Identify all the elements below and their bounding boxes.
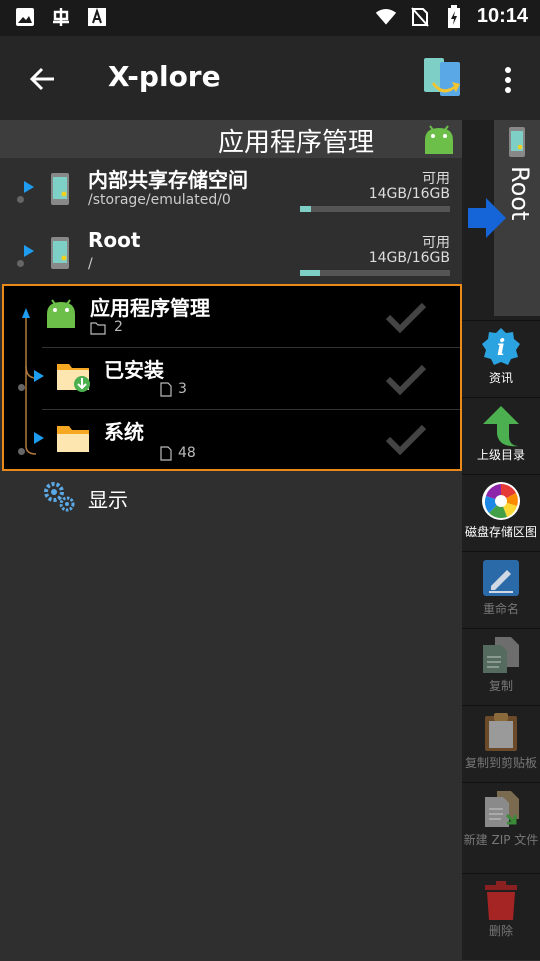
status-bar: 10:14 xyxy=(0,0,540,36)
tool-disk-map[interactable]: 磁盘存储区图 xyxy=(462,474,540,551)
panel-header: 应用程序管理 xyxy=(0,120,462,158)
tree-dot xyxy=(17,260,24,267)
folder-icon xyxy=(56,422,92,456)
expand-arrow-icon[interactable] xyxy=(34,432,44,444)
tool-label: 删除 xyxy=(488,924,513,938)
tree-item-name: 应用程序管理 xyxy=(90,296,210,320)
folder-download-icon xyxy=(56,360,92,394)
storage-path: / xyxy=(88,256,93,272)
tool-parent-dir[interactable]: 上级目录 xyxy=(462,397,540,474)
up-arrow-icon xyxy=(481,404,521,447)
tool-label: 新建 ZIP 文件 xyxy=(463,833,539,847)
item-count: 2 xyxy=(114,319,123,335)
item-count: 3 xyxy=(178,381,187,397)
phone-storage-icon xyxy=(50,172,70,206)
rename-icon xyxy=(481,558,521,598)
display-label: 显示 xyxy=(88,488,128,512)
android-icon xyxy=(44,296,78,330)
clipboard-icon xyxy=(481,712,521,752)
file-outline-icon xyxy=(160,382,172,397)
bug-app-icon xyxy=(50,6,72,28)
tool-info[interactable]: i 资讯 xyxy=(462,320,540,397)
tool-new-zip[interactable]: 新建 ZIP 文件 xyxy=(462,782,540,873)
svg-text:i: i xyxy=(497,335,505,361)
item-count: 48 xyxy=(178,445,196,461)
checkmark-icon[interactable] xyxy=(384,362,428,396)
pie-chart-icon xyxy=(481,481,521,521)
tree-dot xyxy=(18,448,25,455)
android-icon xyxy=(422,122,456,156)
storage-size: 14GB/16GB xyxy=(368,186,450,202)
wifi-icon xyxy=(375,6,397,28)
expand-arrow-icon[interactable] xyxy=(24,245,34,257)
tool-copy-clipboard[interactable]: 复制到剪贴板 xyxy=(462,705,540,782)
phone-storage-icon xyxy=(508,126,526,158)
gear-icon xyxy=(42,480,76,512)
display-settings-item[interactable]: 显示 xyxy=(0,474,462,538)
expand-arrow-icon[interactable] xyxy=(24,181,34,193)
tool-label: 资讯 xyxy=(488,371,513,385)
tool-label: 复制到剪贴板 xyxy=(464,756,537,770)
tree-row-installed[interactable]: 已安装 3 xyxy=(4,348,460,410)
panel-title: 应用程序管理 xyxy=(217,128,374,158)
tool-label: 磁盘存储区图 xyxy=(464,525,537,539)
storage-name: 内部共享存储空间 xyxy=(88,168,248,192)
tool-rename[interactable]: 重命名 xyxy=(462,551,540,628)
storage-size: 14GB/16GB xyxy=(368,250,450,266)
storage-usage-bar xyxy=(300,206,450,212)
storage-usage-fill xyxy=(300,270,320,276)
storage-name: Root xyxy=(88,228,141,252)
tree-dot xyxy=(18,384,25,391)
available-label: 可用 xyxy=(422,235,450,251)
gallery-icon xyxy=(14,6,36,28)
tree-item-name: 已安装 xyxy=(104,358,164,382)
app-title: X-plore xyxy=(108,60,221,93)
checkmark-icon[interactable] xyxy=(384,300,428,334)
tool-label: 上级目录 xyxy=(476,448,525,462)
no-sim-icon xyxy=(409,6,431,28)
tree-dot xyxy=(17,196,24,203)
tool-copy[interactable]: 复制 xyxy=(462,628,540,705)
available-label: 可用 xyxy=(422,171,450,187)
overflow-menu-icon[interactable] xyxy=(496,60,520,100)
font-app-icon xyxy=(86,6,108,28)
right-pane-label: Root xyxy=(506,166,534,221)
file-outline-icon xyxy=(160,446,172,461)
dual-pane-icon[interactable] xyxy=(420,54,466,100)
folder-outline-icon xyxy=(90,320,106,335)
file-panel: 应用程序管理 内部共享存储空间 /storage/emulated/0 可用 1… xyxy=(0,120,462,960)
app-manager-tree: 应用程序管理 2 已安装 3 系统 48 xyxy=(2,284,462,471)
copy-icon xyxy=(481,635,521,675)
storage-usage-fill xyxy=(300,206,311,212)
info-icon: i xyxy=(481,327,521,367)
storage-path: /storage/emulated/0 xyxy=(88,192,231,208)
battery-charging-icon xyxy=(443,4,465,28)
storage-row-root[interactable]: Root / 可用 14GB/16GB xyxy=(0,224,462,288)
trash-icon xyxy=(481,880,521,920)
tree-item-name: 系统 xyxy=(104,420,144,444)
tool-label: 重命名 xyxy=(482,602,519,616)
pane-switch-arrow-icon[interactable] xyxy=(466,196,508,240)
zip-icon xyxy=(481,789,521,829)
app-bar: X-plore xyxy=(0,36,540,120)
storage-usage-bar xyxy=(300,270,450,276)
tree-row-app-manager[interactable]: 应用程序管理 2 xyxy=(4,286,460,348)
expand-arrow-icon[interactable] xyxy=(34,370,44,382)
storage-row-internal[interactable]: 内部共享存储空间 /storage/emulated/0 可用 14GB/16G… xyxy=(0,160,462,224)
tool-delete[interactable]: 删除 xyxy=(462,873,540,961)
phone-storage-icon xyxy=(50,236,70,270)
back-arrow-icon[interactable] xyxy=(26,62,60,96)
clock: 10:14 xyxy=(476,5,528,27)
tool-label: 复制 xyxy=(488,679,513,693)
tree-row-system[interactable]: 系统 48 xyxy=(4,410,460,472)
checkmark-icon[interactable] xyxy=(384,422,428,456)
